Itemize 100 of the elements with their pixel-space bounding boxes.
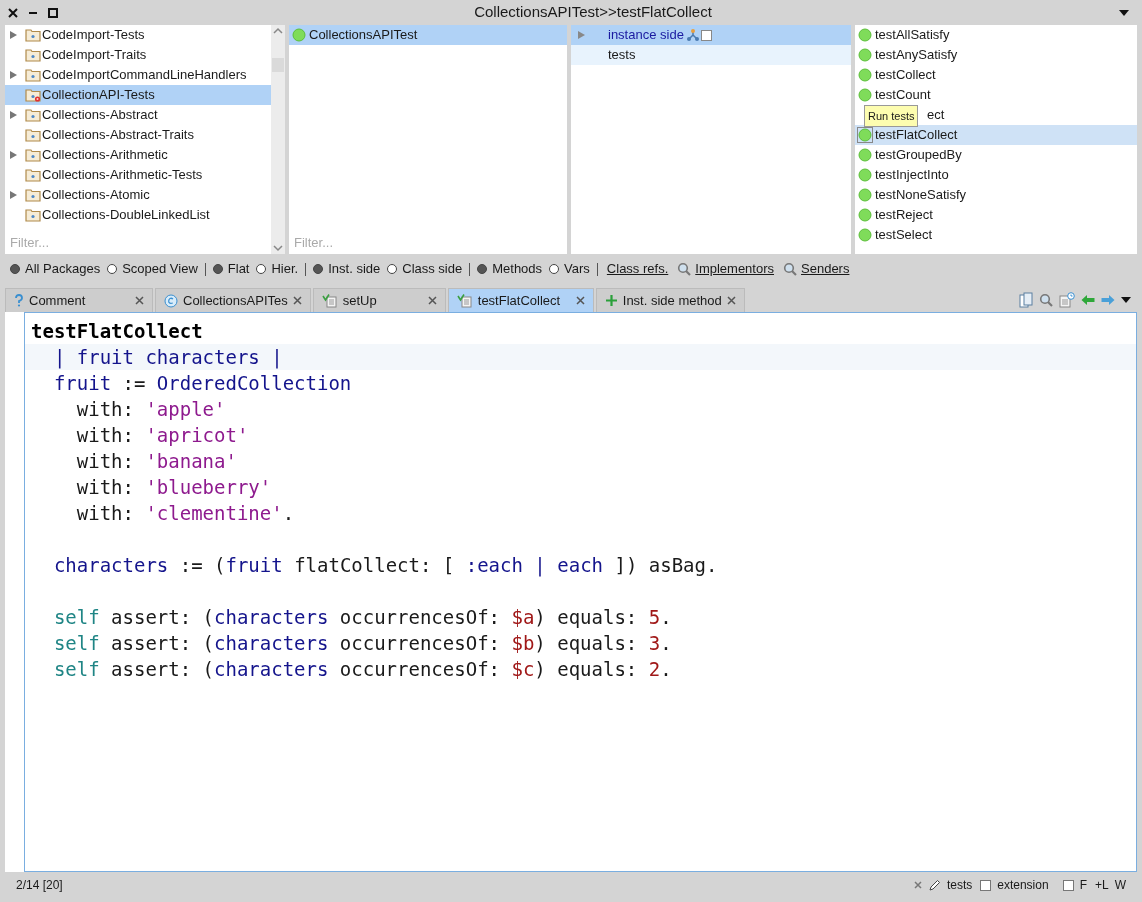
dropdown-icon[interactable] bbox=[1118, 8, 1130, 17]
package-item[interactable]: Collections-Arithmetic-Tests bbox=[5, 165, 271, 185]
protocol-label: tests bbox=[946, 877, 973, 894]
flag-label: +L bbox=[1095, 877, 1109, 894]
method-icon bbox=[321, 293, 338, 308]
test-status-icon bbox=[858, 228, 872, 242]
radio-option[interactable]: Vars bbox=[549, 259, 590, 279]
package-item[interactable]: CodeImportCommandLineHandlers bbox=[5, 65, 271, 85]
method-item[interactable]: testGroupedBy bbox=[855, 145, 1137, 165]
method-item[interactable]: testSelect bbox=[855, 225, 1137, 245]
scrollbar[interactable] bbox=[271, 25, 285, 254]
close-icon[interactable] bbox=[8, 7, 18, 18]
folder-icon bbox=[25, 48, 41, 62]
expand-icon[interactable] bbox=[9, 110, 18, 120]
test-status-icon bbox=[858, 88, 872, 102]
class-item[interactable]: CollectionsAPITest bbox=[289, 25, 567, 45]
checkbox-label: extension bbox=[997, 877, 1049, 894]
package-item[interactable]: Collections-Abstract bbox=[5, 105, 271, 125]
expand-icon[interactable] bbox=[9, 190, 18, 200]
tab[interactable]: CollectionsAPITes bbox=[155, 288, 311, 312]
method-item[interactable]: testFlatCollect bbox=[855, 125, 1137, 145]
test-status-icon bbox=[858, 48, 872, 62]
radio-button[interactable] bbox=[387, 264, 398, 274]
expand-icon[interactable] bbox=[9, 70, 18, 80]
code-line: characters := (fruit flatCollect: [ :each | each ]) asBag. bbox=[52, 554, 718, 576]
package-item[interactable]: Collections-DoubleLinkedList bbox=[5, 205, 271, 225]
checkbox[interactable] bbox=[1062, 879, 1074, 891]
package-item[interactable]: CollectionAPI-Tests bbox=[5, 85, 271, 105]
checkbox[interactable] bbox=[980, 879, 992, 891]
radio-option[interactable]: Methods bbox=[477, 259, 543, 279]
method-item[interactable]: testInjectInto bbox=[855, 165, 1137, 185]
link[interactable]: Class refs. bbox=[606, 259, 669, 279]
tab[interactable]: testFlatCollect bbox=[447, 288, 594, 312]
radio-button[interactable] bbox=[107, 264, 118, 274]
radio-option[interactable]: All Packages bbox=[10, 259, 101, 279]
search-icon bbox=[783, 262, 797, 276]
expand-icon[interactable] bbox=[9, 30, 18, 40]
package-item[interactable]: CodeImport-Traits bbox=[5, 45, 271, 65]
expand-icon[interactable] bbox=[9, 150, 18, 160]
radio-button[interactable] bbox=[549, 264, 560, 274]
test-status-icon bbox=[858, 208, 872, 222]
package-item[interactable]: Collections-Arithmetic bbox=[5, 145, 271, 165]
plus-icon bbox=[604, 294, 618, 307]
method-item[interactable]: testCount bbox=[855, 85, 1137, 105]
test-status-icon bbox=[858, 128, 872, 142]
code-line: self assert: (characters occurrencesOf: $b) equals: 3. bbox=[52, 632, 672, 654]
folder-icon bbox=[25, 208, 41, 222]
tab[interactable]: Inst. side method bbox=[595, 288, 745, 312]
package-item[interactable]: CodeImport-Tests bbox=[5, 25, 271, 45]
method-item[interactable]: testAnySatisfy bbox=[855, 45, 1137, 65]
method-item[interactable]: testAllSatisfy bbox=[855, 25, 1137, 45]
scroll-thumb[interactable] bbox=[272, 57, 284, 72]
help-icon bbox=[14, 294, 24, 307]
filter-field[interactable]: Filter... bbox=[5, 230, 271, 254]
history-icon[interactable] bbox=[1059, 292, 1075, 308]
tab[interactable]: Comment bbox=[5, 288, 153, 312]
test-status-icon bbox=[292, 28, 306, 42]
package-item[interactable]: Collections-Atomic bbox=[5, 185, 271, 205]
radio-option[interactable]: Class side bbox=[387, 259, 463, 279]
code-line: self assert: (characters occurrencesOf: $a) equals: 5. bbox=[52, 606, 672, 628]
code-line: with: 'apricot' bbox=[75, 424, 249, 446]
folder-icon bbox=[25, 128, 41, 142]
link[interactable]: Implementors bbox=[695, 259, 774, 279]
method-item[interactable]: ect bbox=[927, 105, 945, 125]
code-editor[interactable] bbox=[24, 312, 1137, 872]
code-line: with: 'apple' bbox=[75, 398, 226, 420]
code-line: | fruit characters | bbox=[52, 346, 283, 368]
package-item[interactable]: Collections-Abstract-Traits bbox=[5, 125, 271, 145]
radio-button[interactable] bbox=[256, 264, 267, 274]
radio-button[interactable] bbox=[477, 264, 488, 274]
package-icon bbox=[25, 88, 41, 102]
method-item[interactable]: testNoneSatisfy bbox=[855, 185, 1137, 205]
test-status-icon bbox=[858, 148, 872, 162]
maximize-icon[interactable] bbox=[48, 7, 58, 18]
radio-button[interactable] bbox=[10, 264, 20, 274]
method-item[interactable]: testReject bbox=[855, 205, 1137, 225]
expand-icon[interactable] bbox=[577, 30, 586, 40]
copy-icon[interactable] bbox=[1019, 292, 1033, 308]
radio-option[interactable]: Scoped View bbox=[107, 259, 198, 279]
radio-option[interactable]: Flat bbox=[212, 259, 250, 279]
folder-icon bbox=[25, 108, 41, 122]
scroll-up-icon[interactable] bbox=[273, 27, 283, 34]
dropdown-icon[interactable] bbox=[1121, 297, 1131, 303]
radio-button[interactable] bbox=[212, 264, 223, 274]
radio-option[interactable]: Hier. bbox=[256, 259, 299, 279]
search-icon[interactable] bbox=[1039, 293, 1053, 307]
scroll-down-icon[interactable] bbox=[273, 245, 283, 252]
protocol-item[interactable]: tests bbox=[571, 45, 851, 65]
checkbox[interactable] bbox=[700, 29, 712, 41]
class-icon bbox=[164, 293, 178, 308]
tooltip: Run tests bbox=[864, 105, 919, 127]
folder-icon bbox=[25, 168, 41, 182]
tab[interactable]: setUp bbox=[312, 288, 446, 312]
link[interactable]: Senders bbox=[801, 259, 850, 279]
radio-option[interactable]: Inst. side bbox=[313, 259, 381, 279]
method-item[interactable]: testCollect bbox=[855, 65, 1137, 85]
filter-field[interactable]: Filter... bbox=[289, 230, 567, 254]
radio-button[interactable] bbox=[313, 264, 324, 274]
test-status-icon bbox=[858, 188, 872, 202]
protocol-item[interactable]: instance side bbox=[571, 25, 851, 45]
